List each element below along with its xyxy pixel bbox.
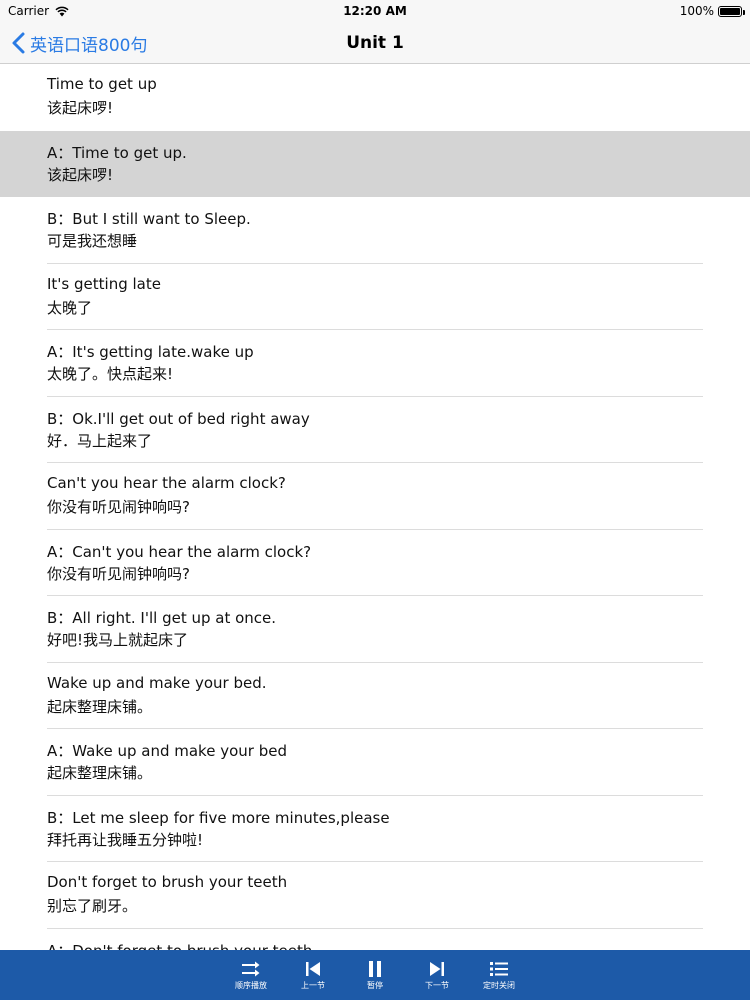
sentence-english: A：Time to get up.	[47, 143, 187, 162]
back-button[interactable]: 英语口语800句	[10, 22, 147, 64]
sentence-chinese: 好吧!我马上就起床了	[47, 631, 189, 649]
status-left: Carrier	[8, 4, 69, 18]
list-item[interactable]: A：Time to get up. 该起床啰!	[0, 130, 750, 197]
list-item[interactable]: Can't you hear the alarm clock? 你没有听见闹钟响吗…	[0, 463, 750, 530]
battery-fill	[720, 7, 740, 15]
sentence-english: A：It's getting late.wake up	[47, 343, 254, 361]
sentence-chinese: 太晚了。快点起来!	[47, 365, 174, 383]
sentence-english: It's getting late	[47, 274, 161, 293]
list-item[interactable]: B：Ok.I'll get out of bed right away 好．马上起…	[0, 397, 750, 463]
list-item[interactable]: B：But I still want to Sleep. 可是我还想睡	[0, 197, 750, 264]
carrier-label: Carrier	[8, 4, 50, 18]
list-icon	[490, 961, 508, 976]
sentence-chinese: 可是我还想睡	[47, 232, 138, 250]
sleep-timer-button[interactable]: 定时关闭	[473, 950, 525, 1000]
sentence-chinese: 你没有听见闹钟响吗?	[47, 498, 190, 516]
pause-button[interactable]: 暂停	[349, 950, 401, 1000]
sentence-english: Can't you hear the alarm clock?	[47, 474, 286, 492]
sentence-chinese: 起床整理床铺。	[47, 697, 153, 716]
next-section-button[interactable]: 下一节	[411, 950, 463, 1000]
list-item[interactable]: A：Wake up and make your bed 起床整理床铺。	[0, 729, 750, 796]
navigation-bar: 英语口语800句 Unit 1	[0, 22, 750, 64]
sleep-timer-label: 定时关闭	[483, 980, 515, 990]
sentence-english: B：All right. I'll get up at once.	[47, 609, 277, 627]
previous-section-button[interactable]: 上一节	[287, 950, 339, 1000]
list-item[interactable]: Wake up and make your bed. 起床整理床铺。	[0, 663, 750, 729]
next-icon	[430, 961, 444, 976]
sentence-english: A：Can't you hear the alarm clock?	[47, 542, 312, 561]
wifi-icon	[55, 6, 69, 16]
sentence-chinese: 别忘了刷牙。	[47, 897, 138, 915]
sentence-chinese: 该起床啰!	[47, 165, 114, 184]
sentence-list[interactable]: Time to get up 该起床啰! A：Time to get up. 该起床啰…	[0, 64, 750, 950]
list-item[interactable]: Time to get up 该起床啰!	[0, 64, 750, 131]
sentence-english: B：But I still want to Sleep.	[47, 210, 251, 228]
list-item[interactable]: B：All right. I'll get up at once. 好吧!我马上就…	[0, 596, 750, 663]
list-item[interactable]: It's getting late 太晚了	[0, 264, 750, 330]
sequential-play-button[interactable]: 顺序播放	[225, 950, 277, 1000]
sentence-chinese: 好．马上起来了	[47, 431, 153, 450]
sentence-english: Wake up and make your bed.	[47, 673, 267, 692]
sentence-english: A：Wake up and make your bed	[47, 742, 287, 760]
list-item[interactable]: A：Can't you hear the alarm clock? 你没有听见闹钟…	[0, 530, 750, 596]
sentence-english: Don't forget to brush your teeth	[47, 873, 288, 891]
previous-section-label: 上一节	[301, 980, 325, 990]
list-item[interactable]: B：Let me sleep for five more minutes,ple…	[0, 796, 750, 862]
sentence-chinese: 起床整理床铺。	[47, 764, 153, 782]
sentence-chinese: 你没有听见闹钟响吗?	[47, 564, 190, 583]
status-right: 100%	[679, 4, 745, 18]
sentence-english: Time to get up	[47, 75, 157, 93]
next-section-label: 下一节	[425, 980, 449, 990]
list-item[interactable]: Don't forget to brush your teeth 别忘了刷牙。	[0, 862, 750, 929]
status-bar: Carrier 12:20 AM 100%	[0, 0, 750, 22]
battery-icon	[718, 5, 745, 17]
list-item[interactable]: A：Don't forget to brush your teeth	[0, 929, 750, 951]
status-time: 12:20 AM	[343, 4, 407, 18]
sequential-play-label: 顺序播放	[235, 980, 267, 990]
list-item[interactable]: A：It's getting late.wake up 太晚了。快点起来!	[0, 330, 750, 397]
shuffle-icon	[242, 961, 260, 976]
sentence-chinese: 拜托再让我睡五分钟啦!	[47, 830, 204, 849]
sentence-english: A：Don't forget to brush your teeth	[47, 940, 312, 951]
sentence-english: B：Ok.I'll get out of bed right away	[47, 409, 310, 428]
player-toolbar: 顺序播放 上一节 暂停 下一节 定时关闭	[0, 950, 750, 1000]
sentence-chinese: 太晚了	[47, 298, 93, 317]
back-label: 英语口语800句	[30, 35, 148, 56]
battery-percent: 100%	[679, 4, 714, 18]
sentence-english: B：Let me sleep for five more minutes,ple…	[47, 808, 390, 827]
sentence-chinese: 该起床啰!	[47, 99, 114, 117]
chevron-left-icon	[12, 32, 25, 54]
previous-icon	[306, 961, 320, 976]
pause-label: 暂停	[367, 980, 383, 990]
pause-icon	[369, 960, 381, 977]
